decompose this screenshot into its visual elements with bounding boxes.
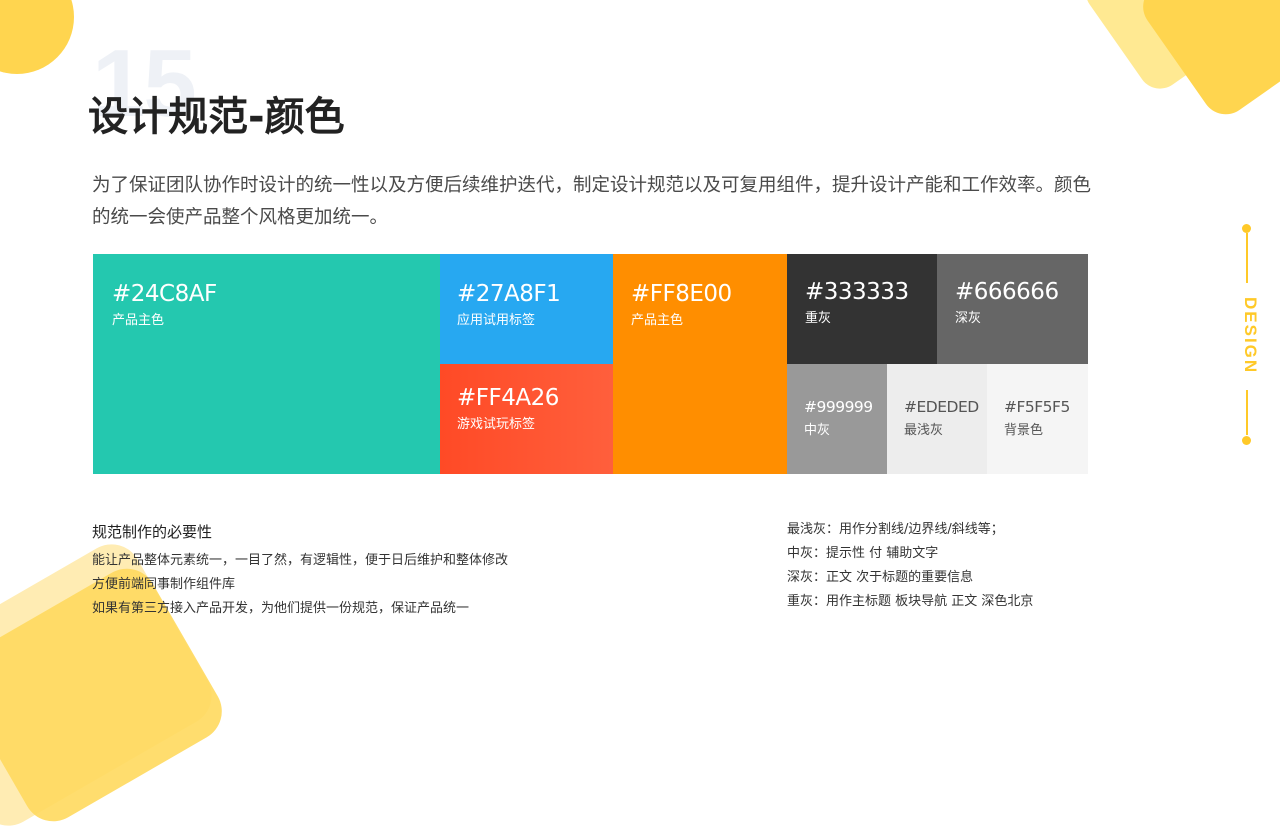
swatch-hex: #EDEDED [904,398,979,416]
swatch-mid-gray: #999999 中灰 [787,364,887,474]
swatch-game-trial-red: #FF4A26 游戏试玩标签 [440,364,613,474]
side-line-bottom [1246,390,1248,435]
swatch-role: 游戏试玩标签 [457,417,536,432]
swatch-hex: #666666 [955,279,1059,305]
swatch-role: 产品主色 [112,313,165,328]
swatch-hex: #999999 [804,398,873,416]
notes-line: 能让产品整体元素统一，一目了然，有逻辑性，便于日后维护和整体修改 [92,553,509,568]
side-design-text: DESIGN [1241,297,1260,375]
gray-usage-line: 中灰：提示性 付 辅助文字 [787,546,939,561]
swatch-heavy-gray: #333333 重灰 [787,254,937,364]
swatch-role: 应用试用标签 [457,313,536,328]
notes-line: 如果有第三方接入产品开发，为他们提供一份规范，保证产品统一 [92,601,470,616]
swatch-primary-orange: #FF8E00 产品主色 [613,254,787,474]
gray-usage-line: 最浅灰：用作分割线/边界线/斜线等； [787,522,1004,537]
swatch-role: 最浅灰 [904,423,944,438]
side-dot-bottom [1242,436,1251,445]
swatch-lightest-gray: #EDEDED 最浅灰 [887,364,987,474]
swatch-dark-gray: #666666 深灰 [937,254,1088,364]
swatch-hex: #FF4A26 [457,385,559,411]
swatch-hex: #FF8E00 [631,281,732,307]
swatch-hex: #333333 [805,279,909,305]
side-line-top [1246,233,1248,283]
swatch-primary-teal: #24C8AF 产品主色 [93,254,440,474]
swatch-role: 产品主色 [631,313,684,328]
swatch-role: 中灰 [804,423,831,438]
gray-usage-line: 深灰：正文 次于标题的重要信息 [787,570,974,585]
side-design-label: DESIGN [1232,222,1262,447]
notes-line: 方便前端同事制作组件库 [92,577,236,592]
decorative-circle-top-left [0,0,74,74]
swatch-role: 深灰 [955,311,982,326]
swatch-hex: #27A8F1 [457,281,561,307]
swatch-background: #F5F5F5 背景色 [987,364,1088,474]
notes-heading: 规范制作的必要性 [92,523,213,541]
intro-paragraph: 为了保证团队协作时设计的统一性以及方便后续维护迭代，制定设计规范以及可复用组件，… [92,175,1092,228]
swatch-hex: #F5F5F5 [1004,398,1070,416]
swatch-role: 背景色 [1004,423,1044,438]
side-dot-top [1242,224,1251,233]
swatch-hex: #24C8AF [112,281,217,307]
swatch-role: 重灰 [805,311,832,326]
color-palette: #24C8AF 产品主色 #27A8F1 应用试用标签 #FF4A26 游戏试玩… [93,254,1088,474]
page-title: 设计规范-颜色 [88,94,345,140]
gray-usage-line: 重灰：用作主标题 板块导航 正文 深色北京 [787,594,1034,609]
swatch-app-trial-blue: #27A8F1 应用试用标签 [440,254,613,364]
necessity-notes: 规范制作的必要性 能让产品整体元素统一，一目了然，有逻辑性，便于日后维护和整体修… [92,520,692,621]
gray-usage-notes: 最浅灰：用作分割线/边界线/斜线等； 中灰：提示性 付 辅助文字 深灰：正文 次… [787,518,1107,614]
